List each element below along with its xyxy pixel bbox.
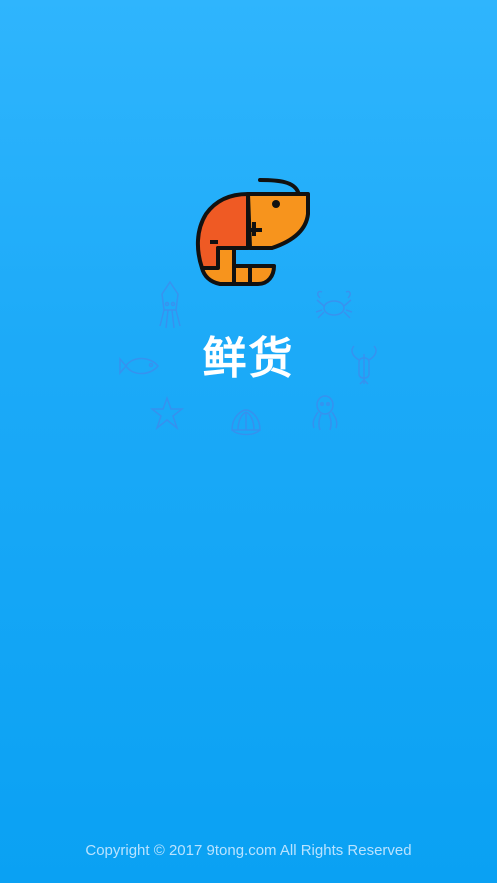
app-name: 鲜货 xyxy=(202,333,295,384)
shrimp-logo-icon xyxy=(195,178,310,286)
copyright-text: Copyright © 2017 9tong.com All Rights Re… xyxy=(85,842,412,859)
octopus-icon xyxy=(312,395,338,431)
crab-icon xyxy=(315,290,353,319)
starfish-icon xyxy=(150,396,184,430)
clam-icon xyxy=(231,409,261,436)
splash-screen: 鲜货 Copyright © 2017 9tong.com All Rights… xyxy=(0,0,497,883)
